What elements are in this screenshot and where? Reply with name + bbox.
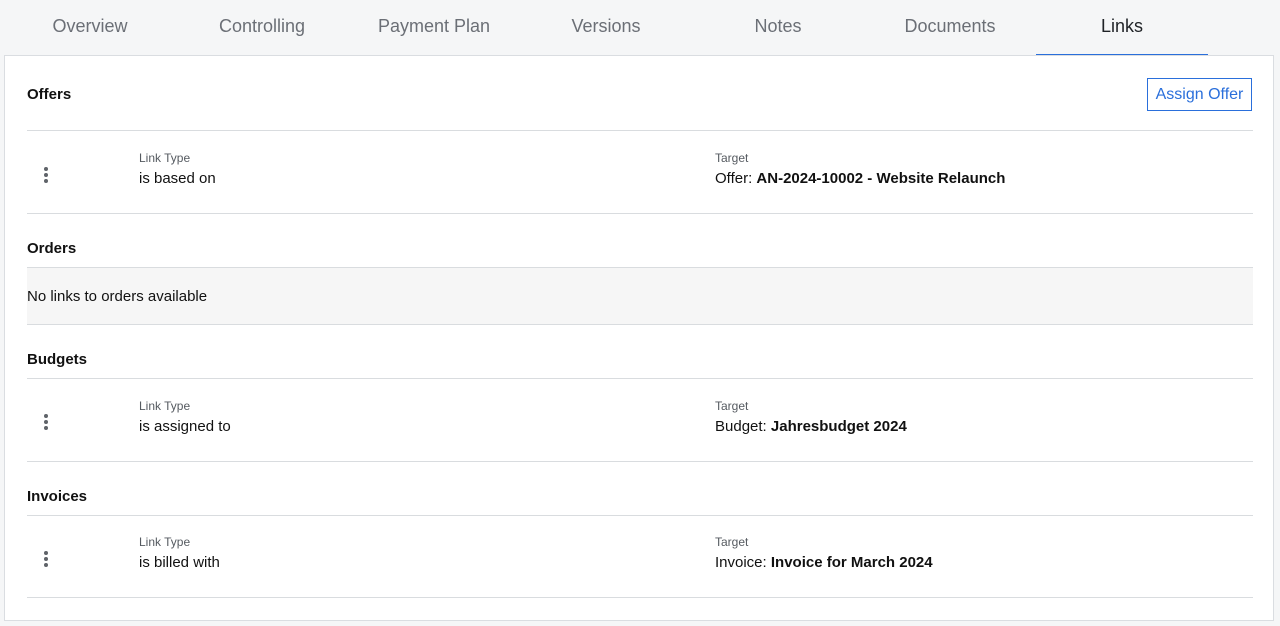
row-menu-icon[interactable] [39, 549, 53, 569]
links-panel: Offers Assign Offer Link Type is based o… [4, 55, 1274, 621]
invoices-section-title: Invoices [27, 488, 88, 505]
orders-empty-state: No links to orders available [27, 267, 1253, 325]
target-value: Offer: AN-2024-10002 - Website Relaunch [715, 170, 1005, 187]
divider [27, 213, 1253, 214]
tab-overview[interactable]: Overview [4, 0, 176, 56]
tab-notes[interactable]: Notes [692, 0, 864, 56]
link-type-label: Link Type [139, 535, 191, 549]
target-value: Budget: Jahresbudget 2024 [715, 418, 907, 435]
link-type-label: Link Type [139, 399, 191, 413]
tab-links[interactable]: Links [1036, 0, 1208, 56]
divider [27, 515, 1253, 516]
budgets-section-title: Budgets [27, 351, 87, 368]
divider [27, 461, 1253, 462]
assign-offer-button[interactable]: Assign Offer [1147, 78, 1252, 111]
divider [27, 130, 1253, 131]
target-name: Jahresbudget 2024 [770, 418, 907, 435]
target-prefix: Invoice: [715, 554, 771, 571]
tab-versions[interactable]: Versions [520, 0, 692, 56]
target-label: Target [715, 535, 749, 549]
tab-documents[interactable]: Documents [864, 0, 1036, 56]
target-label: Target [715, 399, 749, 413]
target-name: AN-2024-10002 - Website Relaunch [756, 170, 1006, 187]
target-name: Invoice for March 2024 [770, 554, 933, 571]
divider [27, 597, 1253, 598]
target-prefix: Offer: [715, 170, 757, 187]
target-label: Target [715, 151, 749, 165]
offers-section-title: Offers [27, 86, 72, 103]
link-type-value: is billed with [139, 554, 220, 571]
link-type-label: Link Type [139, 151, 191, 165]
target-prefix: Budget: [715, 418, 771, 435]
link-type-value: is assigned to [139, 418, 231, 435]
divider [27, 378, 1253, 379]
link-type-value: is based on [139, 170, 216, 187]
orders-empty-text: No links to orders available [27, 287, 208, 305]
orders-section-title: Orders [27, 240, 77, 257]
tab-bar: Overview Controlling Payment Plan Versio… [0, 0, 1280, 56]
tab-controlling[interactable]: Controlling [176, 0, 348, 56]
tab-payment-plan[interactable]: Payment Plan [348, 0, 520, 56]
target-value: Invoice: Invoice for March 2024 [715, 554, 933, 571]
row-menu-icon[interactable] [39, 412, 53, 432]
row-menu-icon[interactable] [39, 165, 53, 185]
